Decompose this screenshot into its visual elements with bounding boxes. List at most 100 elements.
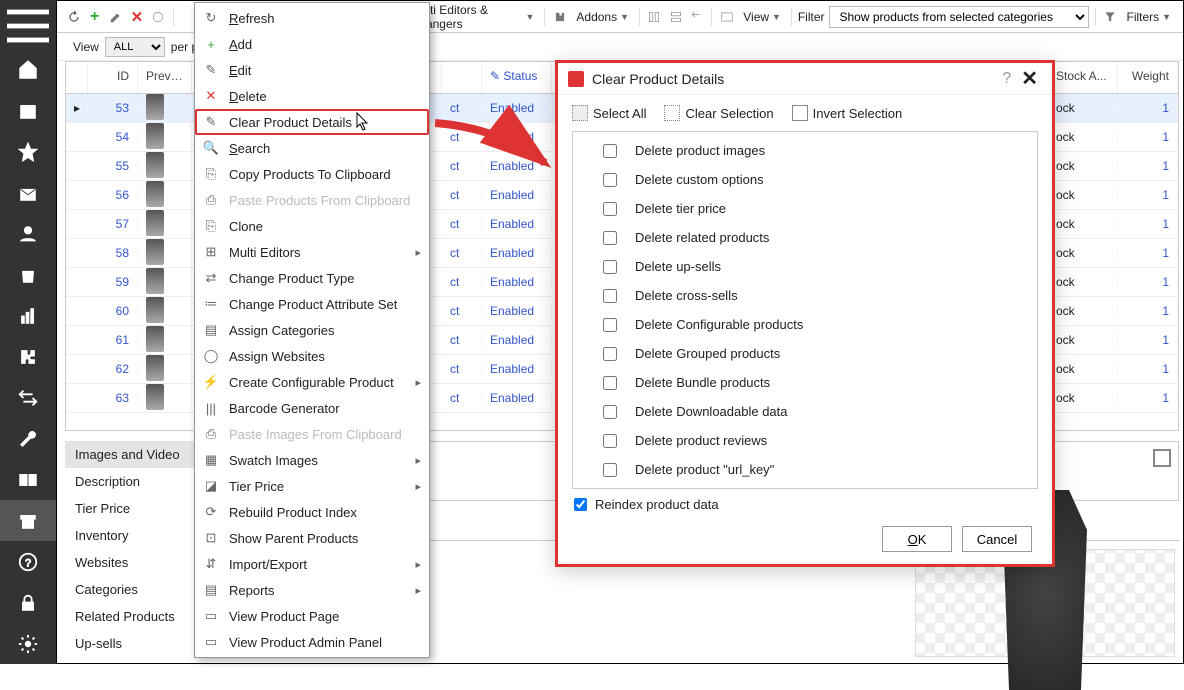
option-label: Delete product images: [635, 143, 765, 158]
option-checkbox[interactable]: [603, 144, 617, 158]
option-checkbox[interactable]: [603, 173, 617, 187]
expand-icon[interactable]: [1153, 449, 1171, 467]
context-menu-item[interactable]: ✕Delete: [195, 83, 429, 109]
option-checkbox[interactable]: [603, 434, 617, 448]
sidebar-person-icon[interactable]: [0, 214, 56, 255]
highlight-arrow: [430, 118, 560, 178]
context-menu-item[interactable]: ◪Tier Price: [195, 473, 429, 499]
sidebar-home-icon[interactable]: [0, 50, 56, 91]
context-menu-item[interactable]: ⎘Copy Products To Clipboard: [195, 161, 429, 187]
context-menu-item[interactable]: ⊡Show Parent Products: [195, 525, 429, 551]
more-icon[interactable]: [150, 7, 167, 27]
sidebar-bag-icon[interactable]: [0, 255, 56, 296]
sidebar-lock-icon[interactable]: [0, 582, 56, 623]
barcode-icon: |||: [203, 400, 219, 416]
reports-icon: ▤: [203, 582, 219, 598]
addons-button[interactable]: Addons▼: [572, 10, 633, 24]
option-checkbox[interactable]: [603, 202, 617, 216]
menu-icon[interactable]: [0, 2, 56, 50]
impexp-icon: ⇵: [203, 556, 219, 572]
context-menu-item[interactable]: ▭View Product Page: [195, 603, 429, 629]
sidebar-archive-icon[interactable]: [0, 500, 56, 541]
refresh-icon: ↻: [203, 10, 219, 26]
filter-select[interactable]: Show products from selected categories: [829, 6, 1089, 28]
option-checkbox[interactable]: [603, 376, 617, 390]
context-menu-item[interactable]: ⊞Multi Editors: [195, 239, 429, 265]
option-checkbox[interactable]: [603, 463, 617, 477]
tb-tool2-icon[interactable]: [667, 7, 684, 27]
sidebar-transfer-icon[interactable]: [0, 378, 56, 419]
sidebar-box-icon[interactable]: [0, 91, 56, 132]
context-menu-item[interactable]: ⟳Rebuild Product Index: [195, 499, 429, 525]
option-checkbox[interactable]: [603, 347, 617, 361]
option-checkbox[interactable]: [603, 231, 617, 245]
invert-selection-button[interactable]: Invert Selection: [792, 105, 903, 121]
dialog-option-row: Delete Bundle products: [573, 368, 1037, 397]
view-button[interactable]: View▼: [739, 10, 785, 24]
sidebar-help-icon[interactable]: ?: [0, 541, 56, 582]
refresh-icon[interactable]: [65, 7, 82, 27]
view-icon: [718, 7, 735, 27]
select-all-button[interactable]: Select All: [572, 105, 646, 121]
help-icon[interactable]: ?: [996, 70, 1017, 88]
dialog-option-row: Delete cross-sells: [573, 281, 1037, 310]
tb-tool3-icon[interactable]: [688, 7, 705, 27]
swatch-icon: ▦: [203, 452, 219, 468]
context-menu-item[interactable]: ≔Change Product Attribute Set: [195, 291, 429, 317]
context-menu-item[interactable]: ⇵Import/Export: [195, 551, 429, 577]
dialog-option-row: Delete custom options: [573, 165, 1037, 194]
col-id[interactable]: ID: [88, 62, 138, 93]
sidebar-puzzle-icon[interactable]: [0, 337, 56, 378]
option-label: Delete Downloadable data: [635, 404, 788, 419]
context-menu-item[interactable]: ◯Assign Websites: [195, 343, 429, 369]
addons-icon: [551, 7, 568, 27]
option-checkbox[interactable]: [603, 405, 617, 419]
filters-icon: [1101, 7, 1118, 27]
context-menu-item[interactable]: ✎Clear Product Details: [195, 109, 429, 135]
col-stock[interactable]: Stock A...: [1048, 62, 1118, 93]
option-label: Delete custom options: [635, 172, 764, 187]
ok-button[interactable]: OK: [882, 526, 952, 552]
context-menu-item[interactable]: 🔍Search: [195, 135, 429, 161]
filters-button[interactable]: Filters▼: [1122, 10, 1175, 24]
sidebar-cards-icon[interactable]: [0, 459, 56, 500]
close-icon[interactable]: ✕: [1017, 66, 1042, 91]
cancel-button[interactable]: Cancel: [962, 526, 1032, 552]
viewpage-icon: ▭: [203, 608, 219, 624]
search-icon: 🔍: [203, 140, 219, 156]
edit-icon[interactable]: [107, 7, 124, 27]
sidebar-star-icon[interactable]: [0, 132, 56, 173]
context-menu-item[interactable]: ▤Reports: [195, 577, 429, 603]
context-menu-item[interactable]: ▤Assign Categories: [195, 317, 429, 343]
delete-icon[interactable]: ✕: [128, 7, 145, 27]
context-menu-item[interactable]: ⇄Change Product Type: [195, 265, 429, 291]
sidebar-wrench-icon[interactable]: [0, 418, 56, 459]
reindex-checkbox[interactable]: [574, 498, 587, 511]
clear-selection-button[interactable]: Clear Selection: [664, 105, 773, 121]
col-weight[interactable]: Weight: [1118, 62, 1178, 93]
col-status[interactable]: ✎ Status: [482, 62, 552, 93]
delete-icon: ✕: [203, 88, 219, 104]
context-menu-item[interactable]: ⚡Create Configurable Product: [195, 369, 429, 395]
view-label: View: [73, 40, 99, 54]
sidebar-gear-icon[interactable]: [0, 623, 56, 664]
add-icon[interactable]: +: [86, 7, 103, 27]
dialog-option-row: Delete related products: [573, 223, 1037, 252]
context-menu-item[interactable]: ✎Edit: [195, 57, 429, 83]
context-menu-item[interactable]: +Add: [195, 31, 429, 57]
col-preview[interactable]: Preview: [138, 62, 192, 93]
svg-text:?: ?: [25, 557, 31, 569]
context-menu-item[interactable]: ▦Swatch Images: [195, 447, 429, 473]
context-menu-item[interactable]: ⎘Clone: [195, 213, 429, 239]
sidebar-chart-icon[interactable]: [0, 296, 56, 337]
tb-tool1-icon[interactable]: [646, 7, 663, 27]
context-menu-item[interactable]: ▭View Product Admin Panel: [195, 629, 429, 655]
context-menu-item[interactable]: ↻Refresh: [195, 5, 429, 31]
option-checkbox[interactable]: [603, 318, 617, 332]
sidebar-inbox-icon[interactable]: [0, 173, 56, 214]
context-menu-item[interactable]: |||Barcode Generator: [195, 395, 429, 421]
option-checkbox[interactable]: [603, 260, 617, 274]
view-select[interactable]: ALL: [105, 37, 165, 57]
option-checkbox[interactable]: [603, 289, 617, 303]
conf-icon: ⚡: [203, 374, 219, 390]
